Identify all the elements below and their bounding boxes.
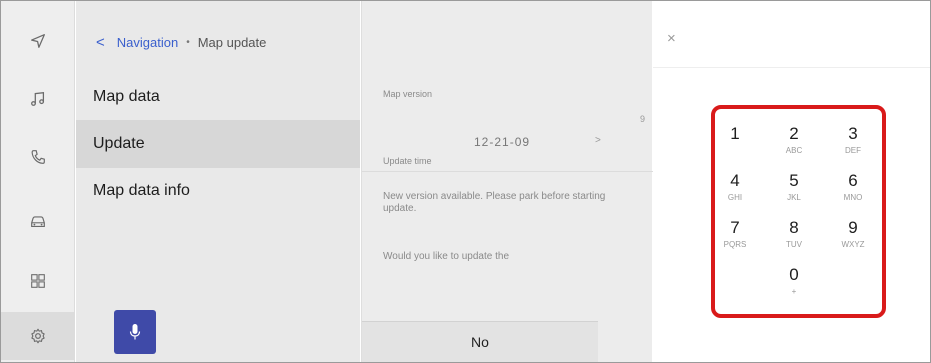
map-version-label: Map version <box>383 89 433 99</box>
microphone-icon <box>129 324 141 340</box>
key-letters: MNO <box>843 193 863 202</box>
key-letters: PQRS <box>723 240 747 249</box>
key-letters: TUV <box>786 240 802 249</box>
key-letters: GHI <box>727 193 743 202</box>
truncated-text: 9 <box>640 114 646 124</box>
menu-item-update[interactable]: Update <box>76 120 360 168</box>
keypad-key-3[interactable]: 3 DEF <box>833 124 873 156</box>
settings-menu-panel: < Navigation • Map update Map data Updat… <box>76 1 360 362</box>
key-letters: WXYZ <box>841 240 865 249</box>
close-icon[interactable]: × <box>667 31 676 46</box>
key-letters: ABC <box>785 146 803 155</box>
breadcrumb-navigation-link[interactable]: Navigation <box>117 35 178 50</box>
sidebar-rail <box>1 1 75 362</box>
keypad-key-0[interactable]: 0 + <box>774 265 814 297</box>
key-digit: 2 <box>789 124 799 143</box>
breadcrumb-current: Map update <box>197 35 267 50</box>
update-notice-text: New version available. Please park befor… <box>383 191 606 214</box>
phone-icon[interactable] <box>1 133 75 181</box>
music-icon[interactable] <box>1 75 75 123</box>
key-digit: 9 <box>848 218 858 237</box>
keypad-key-4[interactable]: 4 GHI <box>715 171 755 203</box>
apps-grid-icon[interactable] <box>1 257 75 305</box>
map-update-content: Map version 12-21-09 > 9 Update time New… <box>361 1 653 362</box>
key-letters: DEF <box>845 146 861 155</box>
back-chevron-icon[interactable]: < <box>96 34 105 51</box>
navigation-icon[interactable] <box>1 17 75 65</box>
keypad-key-7[interactable]: 7 PQRS <box>715 218 755 250</box>
key-digit: 3 <box>848 124 858 143</box>
menu-item-map-data[interactable]: Map data <box>76 73 360 121</box>
menu-item-label: Map data info <box>93 182 190 199</box>
map-version-value: 12-21-09 <box>474 135 531 149</box>
breadcrumb-separator: • <box>186 37 190 48</box>
key-letters: + <box>791 287 797 296</box>
no-button[interactable]: No <box>362 321 598 362</box>
car-icon[interactable] <box>1 197 75 245</box>
keypad-key-9[interactable]: 9 WXYZ <box>833 218 873 250</box>
key-digit: 1 <box>730 124 740 143</box>
key-digit: 7 <box>730 218 740 237</box>
update-time-label: Update time <box>383 156 432 166</box>
key-digit: 4 <box>730 171 740 190</box>
update-question-text: Would you like to update the <box>383 251 510 262</box>
key-digit: 5 <box>789 171 799 190</box>
key-digit: 6 <box>848 171 858 190</box>
chevron-right-icon: > <box>595 135 601 146</box>
menu-item-label: Update <box>93 135 145 152</box>
keypad-key-1[interactable]: 1 <box>715 124 755 146</box>
divider <box>362 171 653 172</box>
divider <box>653 67 930 68</box>
menu-item-label: Map data <box>93 88 160 105</box>
settings-icon[interactable] <box>1 312 75 360</box>
keypad-key-8[interactable]: 8 TUV <box>774 218 814 250</box>
menu-item-map-data-info[interactable]: Map data info <box>76 167 360 215</box>
breadcrumb: < Navigation • Map update <box>96 34 266 51</box>
voice-command-button[interactable] <box>114 310 156 354</box>
key-digit: 0 <box>789 265 799 284</box>
keypad-key-6[interactable]: 6 MNO <box>833 171 873 203</box>
keypad-panel: × 1 2 ABC 3 DEF 4 GHI 5 JKL 6 MNO 7 PQRS… <box>653 1 930 362</box>
keypad-key-5[interactable]: 5 JKL <box>774 171 814 203</box>
keypad-key-2[interactable]: 2 ABC <box>774 124 814 156</box>
key-digit: 8 <box>789 218 799 237</box>
key-letters: JKL <box>787 193 801 202</box>
